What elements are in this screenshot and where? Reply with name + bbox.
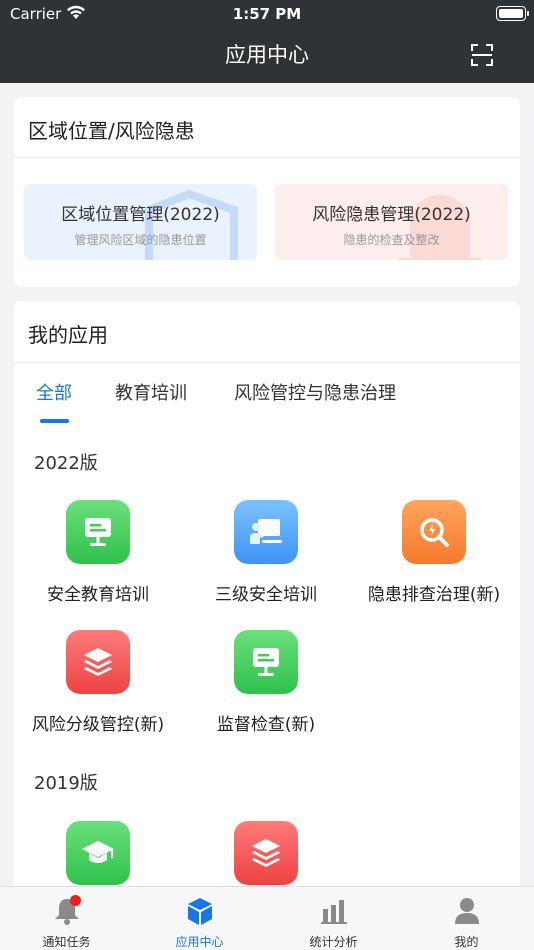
teacher-board-icon [234, 500, 298, 564]
tab-app-center[interactable]: 应用中心 [133, 887, 266, 950]
graduation-cap-icon [66, 821, 130, 885]
bar-chart-icon [321, 900, 347, 924]
my-apps-card: 我的应用 全部 教育培训 风险管控与隐患治理 2022版 安全教育培训 三级安全… [14, 301, 520, 901]
presentation-board-icon [66, 500, 130, 564]
active-tab-indicator [40, 419, 69, 423]
notification-badge [70, 895, 81, 906]
tab-label: 统计分析 [309, 935, 358, 949]
tab-all[interactable]: 全部 [36, 379, 72, 405]
tile-title: 风险隐患管理(2022) [312, 205, 471, 225]
app-label: 三级安全培训 [215, 585, 317, 605]
tile-title: 区域位置管理(2022) [61, 205, 220, 225]
app-label: 风险分级管控(新) [31, 715, 165, 735]
region-location-tile[interactable]: 区域位置管理(2022) 管理风险区域的隐患位置 [24, 184, 257, 260]
divider [14, 157, 520, 158]
section-label: 2019版 [34, 773, 98, 794]
card-title: 我的应用 [28, 323, 108, 347]
layers-icon [234, 821, 298, 885]
tab-notifications[interactable]: 通知任务 [0, 887, 133, 950]
tab-statistics[interactable]: 统计分析 [267, 887, 400, 950]
status-bar: Carrier 1:57 PM [0, 0, 534, 28]
category-tabs: 全部 教育培训 风险管控与隐患治理 [14, 363, 520, 423]
region-risk-card: 区域位置/风险隐患 区域位置管理(2022) 管理风险区域的隐患位置 风险隐患管… [14, 97, 520, 287]
tile-subtitle: 隐患的检查及整改 [343, 233, 440, 247]
risk-hazard-tile[interactable]: 风险隐患管理(2022) 隐患的检查及整改 [275, 184, 508, 260]
tab-label: 应用中心 [175, 935, 224, 949]
tile-subtitle: 管理风险区域的隐患位置 [74, 233, 207, 247]
layers-icon [66, 630, 130, 694]
tab-risk-control[interactable]: 风险管控与隐患治理 [234, 379, 396, 405]
app-label: 安全教育培训 [47, 585, 149, 605]
battery-icon [496, 6, 529, 21]
app-label: 隐患排查治理(新) [367, 585, 501, 605]
page-title: 应用中心 [225, 43, 309, 67]
app-label: 监督检查(新) [216, 715, 316, 735]
tab-label: 通知任务 [42, 935, 91, 949]
bottom-tab-bar: 通知任务 应用中心 统计分析 我的 [0, 886, 534, 950]
tab-mine[interactable]: 我的 [400, 887, 533, 950]
header: Carrier 1:57 PM 应用中心 [0, 0, 534, 83]
scan-icon[interactable] [470, 43, 494, 67]
status-time: 1:57 PM [232, 5, 302, 23]
card-title: 区域位置/风险隐患 [28, 119, 195, 143]
search-hazard-icon [402, 500, 466, 564]
tab-label: 我的 [454, 935, 479, 949]
tab-education[interactable]: 教育培训 [115, 379, 187, 405]
person-icon [455, 898, 479, 924]
cube-icon [188, 898, 212, 925]
section-label: 2022版 [34, 453, 98, 474]
presentation-board-icon [234, 630, 298, 694]
